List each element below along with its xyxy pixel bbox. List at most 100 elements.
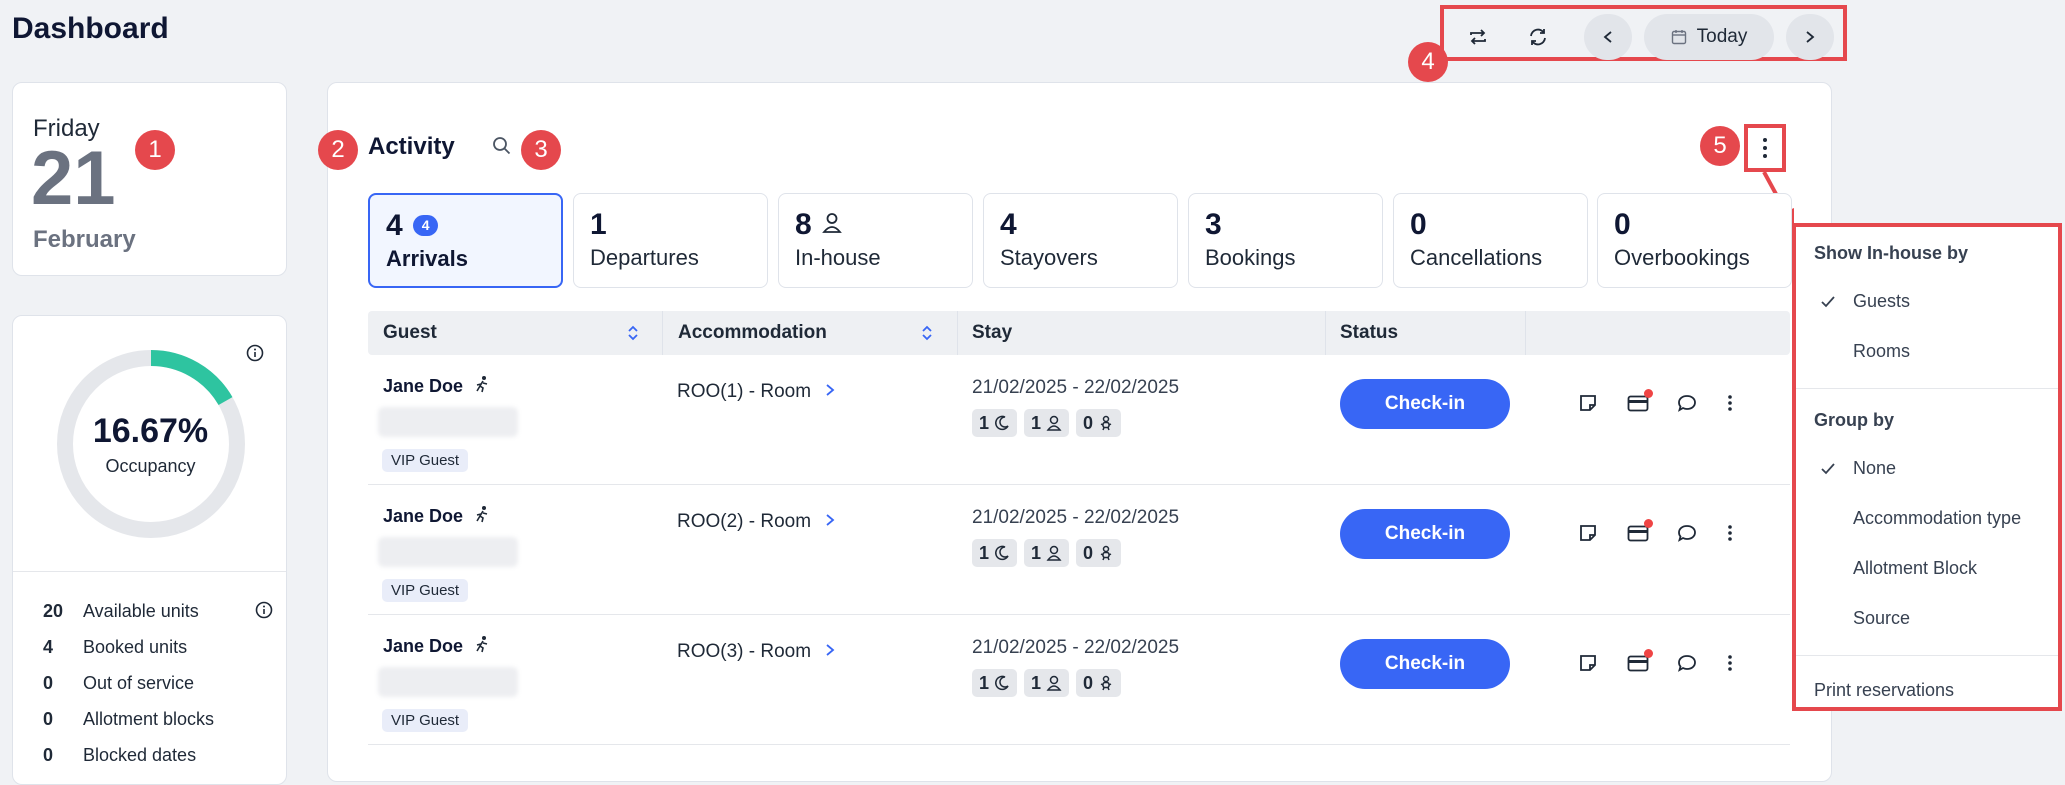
- vip-tag: VIP Guest: [382, 579, 469, 602]
- search-icon[interactable]: [492, 136, 512, 161]
- adults-chip: 1: [1024, 539, 1070, 567]
- menu-item-guests[interactable]: Guests: [1853, 291, 1910, 312]
- check-icon: [1821, 462, 1835, 480]
- today-label: Today: [1696, 26, 1748, 47]
- table-header: Guest Accommodation Stay Status: [368, 311, 1790, 355]
- guest-name[interactable]: Jane Doe: [383, 636, 463, 657]
- check-icon: [1821, 295, 1835, 313]
- more-options-icon[interactable]: [1756, 134, 1774, 167]
- chat-icon[interactable]: [1677, 523, 1697, 548]
- page-title: Dashboard: [12, 12, 169, 45]
- tile-cancellations[interactable]: 0 Cancellations: [1393, 193, 1588, 288]
- column-stay: Stay: [972, 322, 1013, 343]
- activity-title: Activity: [368, 133, 455, 160]
- tile-in-house[interactable]: 8 In-house: [778, 193, 973, 288]
- menu-item-none[interactable]: None: [1853, 458, 1896, 479]
- menu-item-accommodation-type[interactable]: Accommodation type: [1853, 508, 2021, 529]
- nights-chip: 1: [972, 539, 1018, 567]
- note-icon[interactable]: [1578, 393, 1598, 418]
- walk-in-icon: [473, 505, 491, 528]
- tile-bookings[interactable]: 3 Bookings: [1188, 193, 1383, 288]
- adults-chip: 1: [1024, 409, 1070, 437]
- callout-5: 5: [1700, 126, 1740, 166]
- nights-chip: 1: [972, 669, 1018, 697]
- note-icon[interactable]: [1578, 653, 1598, 678]
- callout-4: 4: [1408, 42, 1448, 82]
- payment-card-icon[interactable]: [1627, 649, 1653, 678]
- row-more-icon[interactable]: [1726, 653, 1734, 678]
- row-more-icon[interactable]: [1726, 393, 1734, 418]
- table-row: Jane Doe VIP Guest ROO(2) - Room 21/02/2…: [368, 485, 1790, 615]
- refresh-icon[interactable]: [1514, 14, 1562, 60]
- tile-departures[interactable]: 1 Departures: [573, 193, 768, 288]
- column-accommodation[interactable]: Accommodation: [678, 322, 827, 344]
- sort-icon[interactable]: [920, 324, 934, 347]
- moon-icon: [995, 675, 1009, 691]
- column-guest[interactable]: Guest: [383, 322, 437, 344]
- row-more-icon[interactable]: [1726, 523, 1734, 548]
- tile-overbookings[interactable]: 0 Overbookings: [1597, 193, 1792, 288]
- vip-tag: VIP Guest: [382, 449, 469, 472]
- occupancy-label: Occupancy: [105, 456, 196, 476]
- tile-stayovers[interactable]: 4 Stayovers: [983, 193, 1178, 288]
- accommodation-name[interactable]: ROO(2) - Room: [677, 511, 811, 533]
- accommodation-name[interactable]: ROO(3) - Room: [677, 641, 811, 663]
- adults-chip: 1: [1024, 669, 1070, 697]
- vip-tag: VIP Guest: [382, 709, 469, 732]
- swap-icon[interactable]: [1454, 14, 1502, 60]
- chevron-right-icon[interactable]: [825, 381, 835, 403]
- table-row: Jane Doe VIP Guest ROO(3) - Room 21/02/2…: [368, 615, 1790, 745]
- chevron-right-icon[interactable]: [825, 511, 835, 533]
- check-in-button[interactable]: Check-in: [1340, 509, 1510, 559]
- stay-dates: 21/02/2025 - 22/02/2025: [972, 377, 1180, 398]
- today-button[interactable]: Today: [1644, 14, 1774, 60]
- stat-allotment-blocks: 0 Allotment blocks: [43, 709, 215, 729]
- children-chip: 0: [1076, 669, 1122, 697]
- child-icon: [1100, 415, 1112, 431]
- stat-out-of-service: 0 Out of service: [43, 673, 195, 693]
- stat-available-units: 20 Available units: [43, 601, 273, 624]
- chat-icon[interactable]: [1677, 393, 1697, 418]
- stay-dates: 21/02/2025 - 22/02/2025: [972, 507, 1180, 528]
- info-icon[interactable]: [255, 601, 273, 624]
- previous-day-button[interactable]: [1584, 14, 1632, 60]
- menu-heading-show-in-house: Show In-house by: [1814, 243, 1969, 263]
- guest-name[interactable]: Jane Doe: [383, 376, 463, 397]
- next-day-button[interactable]: [1786, 14, 1834, 60]
- calendar-icon: [1671, 30, 1686, 45]
- nights-chip: 1: [972, 409, 1018, 437]
- menu-item-print-reservations[interactable]: Print reservations: [1814, 680, 1954, 701]
- payment-card-icon[interactable]: [1627, 519, 1653, 548]
- chat-icon[interactable]: [1677, 653, 1697, 678]
- stay-dates: 21/02/2025 - 22/02/2025: [972, 637, 1180, 658]
- menu-item-rooms[interactable]: Rooms: [1853, 341, 1910, 362]
- chevron-right-icon[interactable]: [825, 641, 835, 663]
- check-in-button[interactable]: Check-in: [1340, 639, 1510, 689]
- child-icon: [1100, 675, 1112, 691]
- arrivals-badge: 4: [412, 214, 439, 237]
- payment-card-icon[interactable]: [1627, 389, 1653, 418]
- person-icon: [1046, 545, 1062, 561]
- walk-in-icon: [473, 375, 491, 398]
- accommodation-name[interactable]: ROO(1) - Room: [677, 381, 811, 403]
- note-icon[interactable]: [1578, 523, 1598, 548]
- guest-name[interactable]: Jane Doe: [383, 506, 463, 527]
- children-chip: 0: [1076, 409, 1122, 437]
- moon-icon: [995, 545, 1009, 561]
- tile-arrivals[interactable]: 44 Arrivals: [368, 193, 563, 288]
- walk-in-icon: [473, 635, 491, 658]
- info-icon[interactable]: [246, 344, 264, 367]
- menu-item-source[interactable]: Source: [1853, 608, 1910, 629]
- stat-booked-units: 4 Booked units: [43, 637, 188, 657]
- callout-3: 3: [521, 130, 561, 170]
- sort-icon[interactable]: [626, 324, 640, 347]
- date-card: Friday 21 February: [12, 82, 287, 276]
- table-row: Jane Doe VIP Guest ROO(1) - Room 21/02/2…: [368, 355, 1790, 485]
- stat-blocked-dates: 0 Blocked dates: [43, 745, 197, 765]
- callout-1: 1: [135, 130, 175, 170]
- menu-item-allotment-block[interactable]: Allotment Block: [1853, 558, 1977, 579]
- check-in-button[interactable]: Check-in: [1340, 379, 1510, 429]
- child-icon: [1100, 545, 1112, 561]
- person-icon: [821, 208, 842, 241]
- toolbar: Today: [1440, 5, 1847, 61]
